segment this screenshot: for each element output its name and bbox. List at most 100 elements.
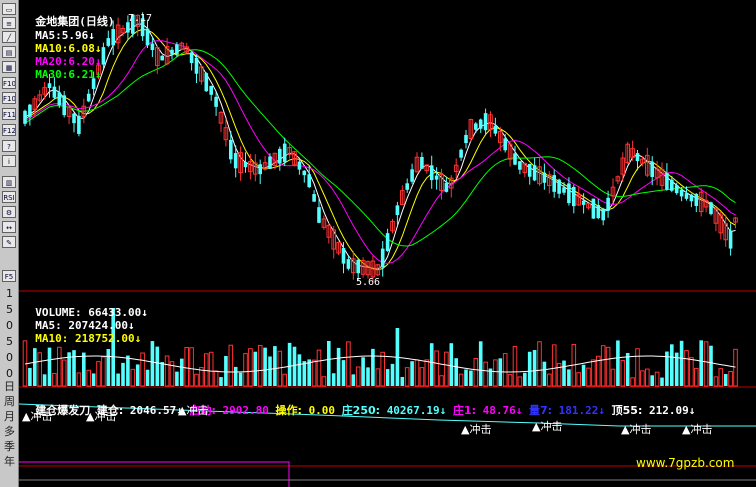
- period-button-0[interactable]: 日: [1, 378, 18, 394]
- search-icon[interactable]: ?: [2, 140, 16, 152]
- volume-bar: [654, 371, 660, 387]
- volume-bar: [208, 351, 214, 387]
- candle-body: [532, 165, 537, 181]
- candle-body: [542, 172, 547, 183]
- f10b-icon[interactable]: F10: [2, 92, 16, 104]
- volume-bar: [464, 369, 468, 386]
- candle-body: [258, 164, 262, 175]
- volume-bar: [449, 343, 454, 386]
- signal-marker: ▲冲击: [532, 420, 563, 433]
- volume-bar: [444, 351, 449, 387]
- candle-body: [670, 179, 674, 191]
- grid-icon[interactable]: ▥: [2, 176, 16, 188]
- stock-name: 金地集团: [35, 15, 80, 28]
- volume-bar: [106, 348, 111, 386]
- candle-body: [302, 170, 307, 176]
- volume-bar: [562, 360, 566, 386]
- volume-bar: [576, 372, 582, 387]
- volume-bar: [126, 355, 130, 386]
- candle-body: [694, 193, 699, 207]
- volume-bar: [145, 369, 150, 386]
- left-toolbar: ▭ ≡ ╱ ▤ ▦ F10 F10 F11 F12? i ▥ RSI ⚙ ↔ ✎ F5 1 5 0 5 0 0 日周月多季年: [0, 0, 19, 487]
- chart-icon[interactable]: ╱: [2, 31, 16, 43]
- z1-label: 庄1:: [452, 404, 476, 417]
- info-icon[interactable]: i: [2, 155, 16, 167]
- f11-icon[interactable]: F11: [2, 108, 16, 120]
- f10-icon[interactable]: F10: [2, 77, 16, 89]
- candle-body: [684, 193, 689, 199]
- volume-axis-tick: 1: [6, 287, 13, 300]
- tool-icon[interactable]: ⚙: [2, 206, 16, 218]
- candle-body: [464, 134, 468, 144]
- signal-marker: ▲冲击: [22, 410, 53, 423]
- candle-body: [709, 202, 713, 215]
- volume-bar: [101, 356, 106, 387]
- candle-body: [77, 115, 81, 134]
- candle-body: [317, 207, 321, 223]
- volume-axis-tick: 0: [6, 319, 13, 332]
- candle-body: [434, 175, 439, 180]
- volume-header: VOLUME: 66433.00↓ MA5: 207424.00↓ MA10: …: [22, 293, 148, 345]
- volume-bar: [219, 377, 223, 386]
- period-button-5[interactable]: 年: [1, 453, 18, 469]
- volume-bar: [645, 368, 650, 387]
- volume-bar: [140, 352, 145, 387]
- f5-icon[interactable]: F5: [2, 270, 16, 282]
- period-button-4[interactable]: 季: [1, 438, 18, 454]
- pen-icon[interactable]: ✎: [2, 236, 16, 248]
- arrow-icon[interactable]: ↔: [2, 221, 16, 233]
- volume-bar: [419, 367, 425, 387]
- volume-bar: [551, 344, 557, 387]
- f12-icon[interactable]: F12: [2, 124, 16, 136]
- news-icon[interactable]: ▤: [2, 46, 16, 58]
- volume-bar: [454, 358, 458, 386]
- period-button-2[interactable]: 月: [1, 408, 18, 424]
- volume-bar: [150, 341, 155, 386]
- candle-body: [145, 28, 150, 46]
- candle-body: [57, 92, 62, 106]
- candle-body: [175, 44, 179, 55]
- volume-bar: [429, 343, 434, 386]
- volume-bar: [135, 364, 140, 386]
- candle-body: [209, 85, 213, 95]
- volume-bar: [321, 376, 327, 387]
- ma20-line: [24, 40, 736, 265]
- candle-body: [52, 86, 57, 98]
- volume-bar: [351, 374, 356, 386]
- z250-value: 40267.19↓: [386, 404, 447, 417]
- volume-bar: [523, 372, 527, 386]
- candle-body: [483, 113, 488, 131]
- calc-icon[interactable]: ▦: [2, 61, 16, 73]
- volume-bar: [287, 342, 292, 386]
- volume-bar: [184, 347, 189, 387]
- indicator-header: 建仓爆发刀 建仓: 2046.57↓ 启动: 2902.80 操作: 0.00 …: [22, 389, 695, 418]
- volume-bar: [233, 366, 238, 386]
- volume-bar: [400, 376, 405, 386]
- volume-bar: [414, 359, 420, 387]
- candle-body: [160, 55, 164, 61]
- volume-bar: [630, 377, 635, 387]
- candle-body: [591, 198, 596, 219]
- volume-bar: [586, 367, 591, 387]
- ma10-label: MA10:: [35, 42, 69, 55]
- candle-body: [493, 125, 498, 134]
- signal-marker: ▲冲击: [461, 423, 492, 436]
- candle-body: [233, 153, 238, 169]
- window-icon[interactable]: ▭: [2, 3, 16, 15]
- ma5-label: MA5:: [35, 29, 62, 42]
- candle-body: [689, 194, 694, 202]
- volume-bar: [268, 356, 272, 386]
- candle-body: [459, 149, 463, 158]
- list-icon[interactable]: ≡: [2, 17, 16, 29]
- volume-bar: [434, 350, 439, 387]
- period-button-1[interactable]: 周: [1, 393, 18, 409]
- volume-bar: [273, 346, 277, 386]
- volume-bar: [346, 341, 351, 387]
- candlestick-series: [23, 12, 738, 283]
- volume-bar: [517, 376, 523, 387]
- rsi-icon[interactable]: RSI: [2, 191, 16, 203]
- volume-bar: [316, 349, 322, 387]
- volume-bar: [591, 359, 596, 387]
- period-button-3[interactable]: 多: [1, 423, 18, 439]
- candle-body: [341, 248, 346, 264]
